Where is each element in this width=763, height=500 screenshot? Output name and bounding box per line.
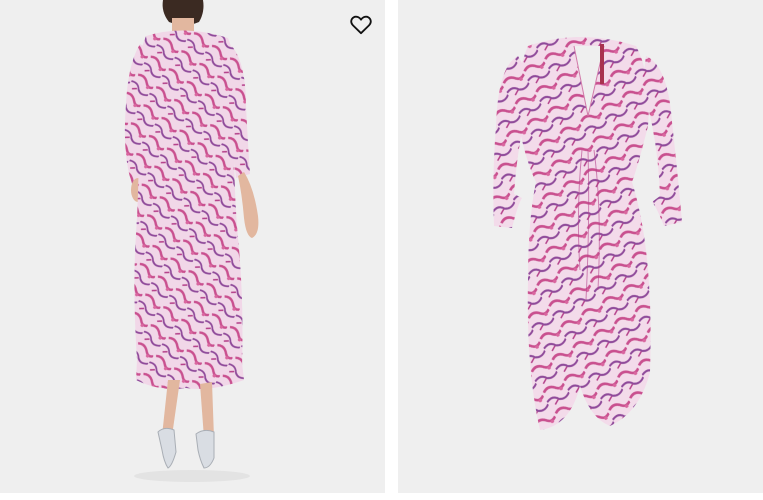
model-back-image bbox=[124, 0, 259, 482]
dress-flat-lay-image bbox=[493, 37, 682, 430]
heart-outline-icon bbox=[350, 15, 372, 35]
product-image-flat-lay[interactable] bbox=[398, 0, 763, 493]
favorite-button[interactable] bbox=[348, 12, 374, 38]
product-image-model-back[interactable] bbox=[0, 0, 385, 493]
